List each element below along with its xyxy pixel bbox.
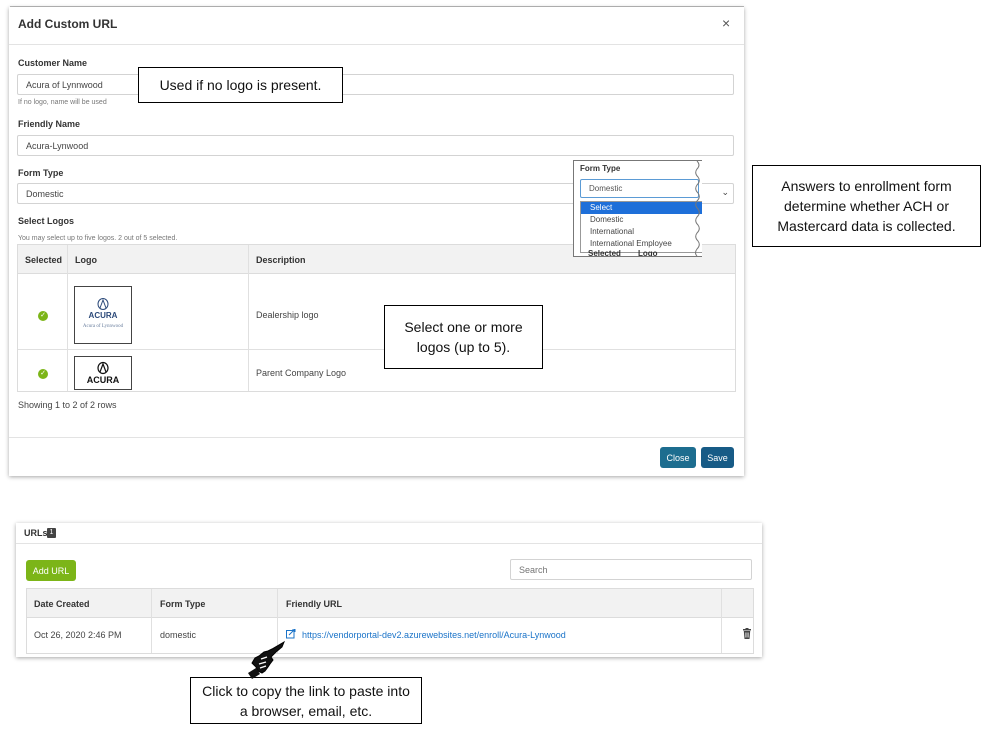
dropdown-option[interactable]: International (581, 226, 702, 238)
copy-link-icon[interactable] (286, 629, 296, 639)
customer-name-value: Acura of Lynnwood (26, 79, 103, 90)
table-row-count: Showing 1 to 2 of 2 rows (18, 400, 117, 410)
form-type-label: Form Type (18, 168, 64, 178)
trash-icon[interactable] (742, 628, 752, 639)
search-input[interactable] (510, 559, 752, 580)
dropdown-current: Domestic (589, 184, 623, 193)
urls-count-badge: 1 (47, 528, 56, 538)
urls-table-header (27, 589, 753, 618)
logo-text: ACURA (87, 375, 120, 385)
save-button[interactable]: Save (701, 447, 734, 468)
customer-name-label: Customer Name (18, 58, 88, 68)
pointing-hand-icon (248, 640, 286, 679)
form-type-dropdown-zoom: Form Type Domestic Select Domestic Inter… (573, 160, 702, 257)
urls-table: Date Created Form Type Friendly URL Oct … (26, 588, 754, 654)
logo-subtext: Acura of Lynnwood (83, 324, 124, 329)
callout-copy-link: Click to copy the link to paste into a b… (190, 677, 422, 724)
select-logos-label: Select Logos (18, 216, 75, 226)
callout-select-logos: Select one or more logos (up to 5). (384, 305, 543, 369)
col-date-created: Date Created (34, 599, 90, 609)
close-icon[interactable]: × (722, 15, 730, 31)
parent-company-logo-image: ACURA (74, 356, 132, 390)
modal-footer-divider (9, 437, 744, 438)
friendly-url-link[interactable]: https://vendorportal-dev2.azurewebsites.… (302, 630, 566, 640)
dropdown-select[interactable]: Domestic (580, 179, 699, 198)
col-selected: Selected (25, 255, 63, 265)
close-button[interactable]: Close (660, 447, 696, 468)
col-form-type: Form Type (160, 599, 206, 609)
col-divider (151, 589, 152, 653)
logo-description: Parent Company Logo (256, 368, 347, 378)
customer-name-help: If no logo, name will be used (18, 99, 107, 106)
col-divider (67, 245, 68, 391)
logos-table: Selected Logo Description ✓ ACURA Acura … (17, 244, 736, 392)
modal-header-divider (9, 44, 744, 45)
friendly-name-input[interactable]: Acura-Lynwood (17, 135, 734, 156)
friendly-name-label: Friendly Name (18, 119, 81, 129)
dropdown-option[interactable]: Domestic (581, 214, 702, 226)
form-type-value: Domestic (26, 188, 64, 199)
modal-title: Add Custom URL (18, 17, 118, 31)
callout-enrollment: Answers to enrollment form determine whe… (752, 165, 981, 247)
logo-text: ACURA (89, 311, 118, 320)
dropdown-title: Form Type (580, 164, 621, 173)
selected-check-icon[interactable]: ✓ (38, 369, 48, 379)
date-created-cell: Oct 26, 2020 2:46 PM (34, 630, 122, 640)
torn-edge (695, 161, 700, 256)
logo-description: Dealership logo (256, 310, 319, 320)
dropdown-peek-logo: Logo (638, 249, 658, 257)
dropdown-peek-selected: Selected (588, 249, 621, 257)
dropdown-options: Select Domestic International Internatio… (580, 201, 702, 253)
col-friendly-url: Friendly URL (286, 599, 343, 609)
row-divider (18, 349, 735, 350)
form-type-cell: domestic (160, 630, 197, 640)
urls-title: URLs (24, 528, 48, 538)
urls-panel: URLs 1 Add URL Date Created Form Type Fr… (16, 523, 762, 657)
customer-name-input[interactable]: Acura of Lynnwood (17, 74, 734, 95)
urls-header-divider (16, 543, 762, 544)
col-logo: Logo (75, 255, 97, 265)
col-description: Description (256, 255, 306, 265)
dropdown-option[interactable]: Select (581, 202, 702, 214)
select-logos-help: You may select up to five logos. 2 out o… (18, 235, 178, 242)
selected-check-icon[interactable]: ✓ (38, 311, 48, 321)
col-divider (721, 589, 722, 653)
friendly-name-value: Acura-Lynwood (26, 140, 89, 151)
chevron-down-icon: ⌄ (721, 187, 729, 197)
dealership-logo-image: ACURA Acura of Lynnwood (74, 286, 132, 344)
col-divider (248, 245, 249, 391)
add-url-button[interactable]: Add URL (26, 560, 76, 581)
callout-no-logo: Used if no logo is present. (138, 67, 343, 103)
